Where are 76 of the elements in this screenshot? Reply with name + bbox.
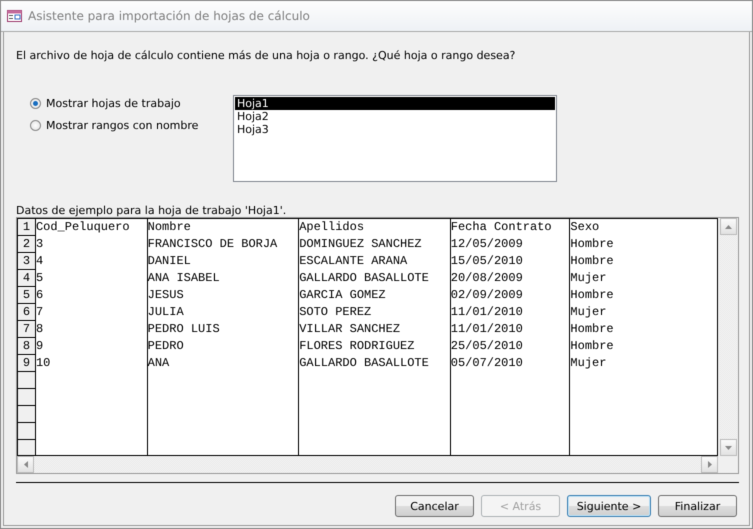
table-cell: 12/05/2009 [450, 236, 570, 253]
table-cell-text: Mujer [570, 270, 608, 287]
table-cell: PEDRO [148, 338, 300, 355]
down-arrow-icon [725, 446, 732, 450]
table-cell: 15/05/2010 [450, 253, 570, 270]
row-header: 2 [18, 236, 36, 253]
table-cell-text: Sexo [570, 219, 600, 236]
table-cell: Apellidos [299, 219, 451, 236]
table-cell-text: Mujer [570, 304, 608, 321]
table-cell: FLORES RODRIGUEZ [299, 338, 451, 355]
table-cell: ANA ISABEL [148, 270, 300, 287]
table-cell-text: Hombre [570, 338, 615, 355]
table-cell: 3 [36, 236, 148, 253]
row-header: 7 [18, 321, 36, 338]
table-cell-text: Hombre [570, 253, 615, 270]
radio-label[interactable]: Mostrar hojas de trabajo [46, 97, 181, 110]
table-cell: GALLARDO BASALLOTE [299, 355, 451, 372]
sheet-item[interactable]: Hoja2 [235, 110, 555, 123]
row-header: 1 [18, 219, 36, 236]
row-header: 5 [18, 287, 36, 304]
table-cell: ANA [148, 355, 300, 372]
table-cell-text: Hombre [570, 321, 615, 338]
up-arrow-icon [725, 224, 732, 228]
sheet-item[interactable]: Hoja1 [235, 97, 555, 110]
table-cell: DANIEL [148, 253, 300, 270]
prompt-text: El archivo de hoja de cálculo contiene más de una hoja o rango. ¿Qué hoja o rango desea? [16, 49, 516, 64]
row-header: 4 [18, 270, 36, 287]
preview-caption: Datos de ejemplo para la hoja de trabajo 'Hoja1'. [16, 204, 288, 217]
table-cell: 11/01/2010 [450, 321, 570, 338]
scroll-down-button[interactable] [720, 439, 737, 456]
table-cell: 6 [36, 287, 148, 304]
table-cell: FRANCISCO DE BORJA [148, 236, 300, 253]
table-cell: DOMINGUEZ SANCHEZ [299, 236, 451, 253]
radio-button[interactable] [30, 98, 41, 109]
table-cell-text: Hombre [570, 236, 615, 253]
sheet-item[interactable]: Hoja3 [235, 123, 555, 136]
row-header: 6 [18, 304, 36, 321]
table-cell: JESUS [148, 287, 300, 304]
table-cell: 8 [36, 321, 148, 338]
row-header: 8 [18, 338, 36, 355]
radio-label[interactable]: Mostrar rangos con nombre [46, 119, 198, 132]
table-cell: 25/05/2010 [450, 338, 570, 355]
wizard-button[interactable]: Finalizar [658, 495, 737, 517]
table-cell: PEDRO LUIS [148, 321, 300, 338]
table-cell: GARCIA GOMEZ [299, 287, 451, 304]
form-icon [7, 10, 22, 22]
table-cell: 5 [36, 270, 148, 287]
table-cell: SOTO PEREZ [299, 304, 451, 321]
table-cell: 10 [36, 355, 148, 372]
table-cell: 7 [36, 304, 148, 321]
table-cell: 4 [36, 253, 148, 270]
scroll-up-button[interactable] [720, 218, 737, 235]
row-header: 3 [18, 253, 36, 270]
table-cell: 9 [36, 338, 148, 355]
table-cell-text: Hombre [570, 287, 615, 304]
window-title: Asistente para importación de hojas de cálculo [28, 9, 310, 23]
table-cell: JULIA [148, 304, 300, 321]
table-cell: 20/08/2009 [450, 270, 570, 287]
table-cell: 11/01/2010 [450, 304, 570, 321]
scroll-right-button[interactable] [701, 456, 718, 473]
scroll-left-button[interactable] [17, 456, 34, 473]
table-cell: VILLAR SANCHEZ [299, 321, 451, 338]
table-cell: 02/09/2009 [450, 287, 570, 304]
table-cell: Fecha Contrato [450, 219, 570, 236]
table-cell: Cod_Peluquero [36, 219, 148, 236]
right-arrow-icon [708, 461, 712, 468]
wizard-button[interactable]: Cancelar [395, 495, 474, 517]
radio-button[interactable] [30, 120, 41, 131]
table-cell: Nombre [148, 219, 300, 236]
table-cell: ESCALANTE ARANA [299, 253, 451, 270]
table-cell-text: Mujer [570, 355, 608, 372]
wizard-button[interactable]: Siguiente > [567, 495, 651, 517]
left-arrow-icon [24, 461, 28, 468]
row-header: 9 [18, 355, 36, 372]
table-cell: 05/07/2010 [450, 355, 570, 372]
table-cell: GALLARDO BASALLOTE [299, 270, 451, 287]
